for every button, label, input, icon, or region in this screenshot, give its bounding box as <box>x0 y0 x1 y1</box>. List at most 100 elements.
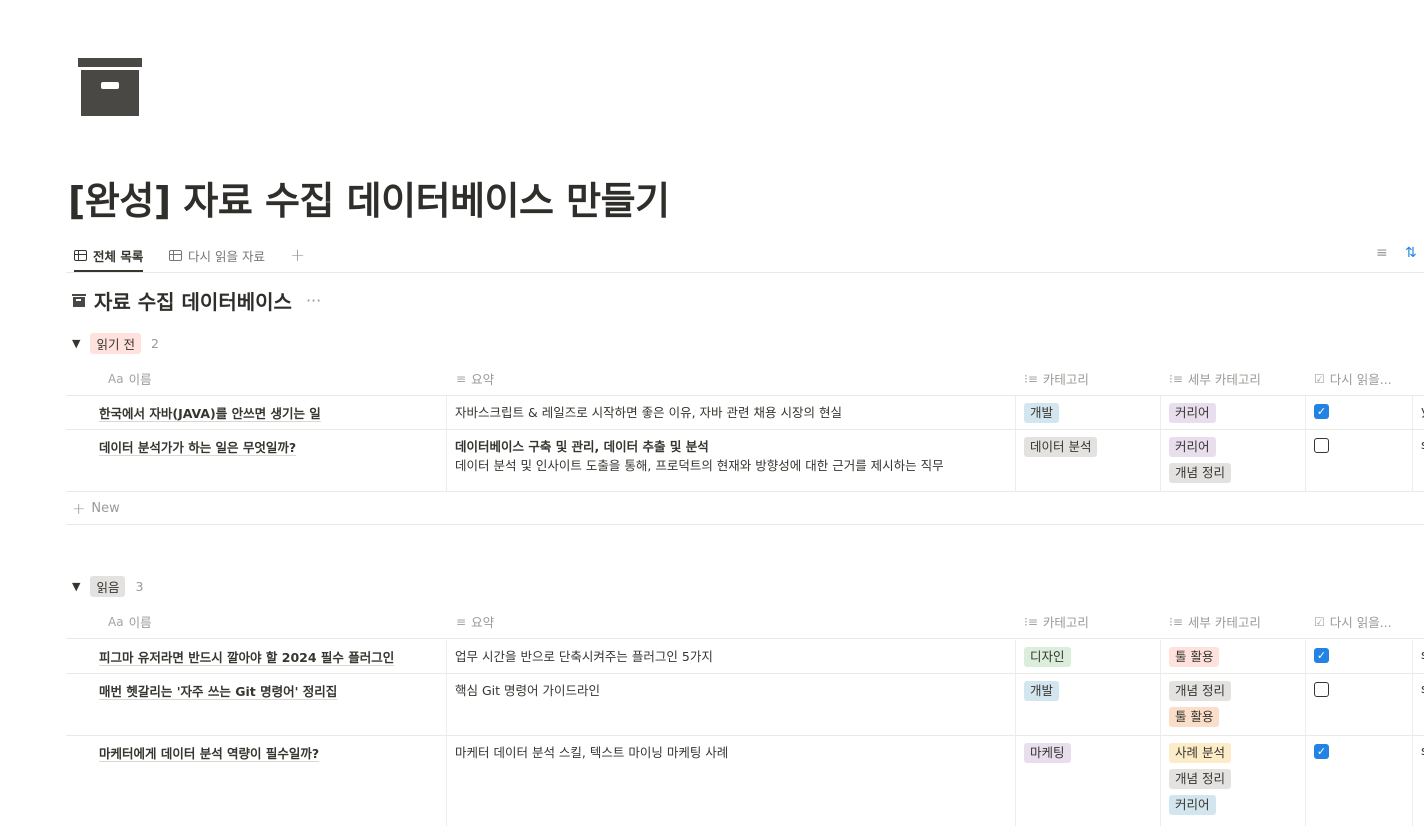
category-tag: 데이터 분석 <box>1024 437 1098 457</box>
plus-icon: + <box>72 498 86 518</box>
name-cell[interactable]: 마케터에게 데이터 분석 역량이 필수일까? <box>66 736 446 826</box>
multi-select-icon: ⁝≡ <box>1169 614 1183 629</box>
subcategory-cell[interactable]: 개념 정리 툴 활용 <box>1160 674 1305 735</box>
table-row[interactable]: 매번 헷갈리는 '자주 쓰는 Git 명령어' 정리집 핵심 Git 명령어 가… <box>66 674 1424 736</box>
category-cell[interactable]: 데이터 분석 <box>1015 430 1160 491</box>
column-header-subcategory[interactable]: ⁝≡ 세부 카테고리 <box>1169 605 1261 638</box>
reread-checkbox[interactable] <box>1314 744 1329 759</box>
subcategory-tag: 사례 분석 <box>1169 743 1231 763</box>
summary-cell[interactable]: 핵심 Git 명령어 가이드라인 <box>446 674 1015 735</box>
column-header-category[interactable]: ⁝≡ 카테고리 <box>1024 362 1089 395</box>
column-label: 다시 읽을... <box>1329 372 1392 387</box>
summary-cell[interactable]: 업무 시간을 반으로 단축시켜주는 플러그인 5가지 <box>446 640 1015 673</box>
column-header-category[interactable]: ⁝≡ 카테고리 <box>1024 605 1089 638</box>
reread-cell <box>1305 396 1412 429</box>
reread-checkbox[interactable] <box>1314 648 1329 663</box>
reread-checkbox[interactable] <box>1314 404 1329 419</box>
column-label: 요약 <box>471 615 495 630</box>
name-cell[interactable]: 매번 헷갈리는 '자주 쓰는 Git 명령어' 정리집 <box>66 674 446 735</box>
summary-cell[interactable]: 마케터 데이터 분석 스킬, 텍스트 마이닝 마케팅 사례 <box>446 736 1015 826</box>
summary-text: 핵심 Git 명령어 가이드라인 <box>455 683 600 698</box>
row-title[interactable]: 매번 헷갈리는 '자주 쓰는 Git 명령어' 정리집 <box>99 684 337 699</box>
table-row[interactable]: 마케터에게 데이터 분석 역량이 필수일까? 마케터 데이터 분석 스킬, 텍스… <box>66 736 1424 826</box>
row-title[interactable]: 한국에서 자바(JAVA)를 안쓰면 생기는 일 <box>99 406 321 421</box>
table-row[interactable]: 한국에서 자바(JAVA)를 안쓰면 생기는 일 자바스크립트 & 레일즈로 시… <box>66 396 1424 430</box>
toggle-triangle-icon[interactable]: ▼ <box>72 580 80 593</box>
edge-cell: s <box>1412 640 1424 673</box>
text-type-icon: Aa <box>108 371 124 386</box>
column-header-subcategory[interactable]: ⁝≡ 세부 카테고리 <box>1169 362 1261 395</box>
tab-all-list[interactable]: 전체 목록 <box>74 240 144 272</box>
category-tag: 개발 <box>1024 403 1060 423</box>
edge-cell: s <box>1412 674 1424 735</box>
checkbox-icon: ☑ <box>1314 614 1325 629</box>
column-label: 카테고리 <box>1042 372 1089 387</box>
add-new-row-button[interactable]: + New <box>66 492 1424 525</box>
view-tabs: 전체 목록 다시 읽을 자료 + <box>66 240 1424 273</box>
summary-cell[interactable]: 자바스크립트 & 레일즈로 시작하면 좋은 이유, 자바 관련 채용 시장의 현… <box>446 396 1015 429</box>
category-tag: 디자인 <box>1024 647 1071 667</box>
subcategory-cell[interactable]: 툴 활용 <box>1160 640 1305 673</box>
subcategory-tag: 툴 활용 <box>1169 707 1220 727</box>
add-view-button[interactable]: + <box>290 240 305 271</box>
category-cell[interactable]: 마케팅 <box>1015 736 1160 826</box>
column-label: 세부 카테고리 <box>1187 372 1261 387</box>
new-label: New <box>91 500 120 516</box>
row-title[interactable]: 피그마 유저라면 반드시 깔아야 할 2024 필수 플러그인 <box>99 650 394 665</box>
column-label: 카테고리 <box>1042 615 1089 630</box>
category-cell[interactable]: 개발 <box>1015 396 1160 429</box>
more-options-icon[interactable]: ··· <box>306 291 321 310</box>
column-label: 다시 읽을... <box>1329 615 1392 630</box>
column-header-name[interactable]: Aa 이름 <box>108 362 152 395</box>
multi-select-icon: ⁝≡ <box>1169 371 1183 386</box>
table-header: Aa 이름 ≡ 요약 ⁝≡ 카테고리 ⁝≡ 세부 카테고리 ☑ 다시 읽을... <box>66 362 1424 396</box>
name-cell[interactable]: 피그마 유저라면 반드시 깔아야 할 2024 필수 플러그인 <box>66 640 446 673</box>
tab-reread[interactable]: 다시 읽을 자료 <box>169 240 265 271</box>
checkbox-icon: ☑ <box>1314 371 1325 386</box>
column-header-summary[interactable]: ≡ 요약 <box>456 362 494 395</box>
summary-cell[interactable]: 데이터베이스 구축 및 관리, 데이터 추출 및 분석 데이터 분석 및 인사이… <box>446 430 1015 491</box>
database-title[interactable]: 자료 수집 데이터베이스 <box>94 286 292 315</box>
text-type-icon: Aa <box>108 614 124 629</box>
column-header-reread[interactable]: ☑ 다시 읽을... <box>1314 605 1422 638</box>
row-title[interactable]: 마케터에게 데이터 분석 역량이 필수일까? <box>99 746 319 761</box>
category-cell[interactable]: 개발 <box>1015 674 1160 735</box>
sort-icon[interactable]: ⇅ <box>1405 245 1417 261</box>
filter-icon[interactable]: ≡ <box>1376 245 1388 261</box>
edge-cell: s <box>1412 736 1424 826</box>
group-count: 2 <box>150 336 159 351</box>
column-label: 이름 <box>128 615 152 630</box>
column-label: 요약 <box>471 372 495 387</box>
table-icon <box>169 250 182 261</box>
summary-text: 데이터베이스 구축 및 관리, 데이터 추출 및 분석 <box>455 439 709 454</box>
reread-cell <box>1305 674 1412 735</box>
tab-label: 전체 목록 <box>93 248 144 264</box>
name-cell[interactable]: 한국에서 자바(JAVA)를 안쓰면 생기는 일 <box>66 396 446 429</box>
status-badge: 읽음 <box>90 576 126 597</box>
table-header: Aa 이름 ≡ 요약 ⁝≡ 카테고리 ⁝≡ 세부 카테고리 ☑ 다시 읽을... <box>66 605 1424 639</box>
table-row[interactable]: 데이터 분석가가 하는 일은 무엇일까? 데이터베이스 구축 및 관리, 데이터… <box>66 430 1424 492</box>
page-title: [완성] 자료 수집 데이터베이스 만들기 <box>68 179 670 223</box>
edge-cell: y <box>1412 396 1424 429</box>
name-cell[interactable]: 데이터 분석가가 하는 일은 무엇일까? <box>66 430 446 491</box>
subcategory-tag: 커리어 <box>1169 795 1216 815</box>
category-cell[interactable]: 디자인 <box>1015 640 1160 673</box>
subcategory-cell[interactable]: 사례 분석 개념 정리 커리어 <box>1160 736 1305 826</box>
reread-checkbox[interactable] <box>1314 438 1329 453</box>
summary-text: 데이터 분석 및 인사이트 도출을 통해, 프로덕트의 현재와 방향성에 대한 … <box>455 458 944 473</box>
column-header-name[interactable]: Aa 이름 <box>108 605 152 638</box>
summary-text: 마케터 데이터 분석 스킬, 텍스트 마이닝 마케팅 사례 <box>455 745 729 760</box>
column-header-summary[interactable]: ≡ 요약 <box>456 605 494 638</box>
column-header-reread[interactable]: ☑ 다시 읽을... <box>1314 362 1422 395</box>
toggle-triangle-icon[interactable]: ▼ <box>72 337 80 350</box>
reread-cell <box>1305 736 1412 826</box>
subcategory-cell[interactable]: 커리어 개념 정리 <box>1160 430 1305 491</box>
archive-box-icon[interactable] <box>78 56 142 116</box>
database-title-row: 자료 수집 데이터베이스 ··· <box>72 286 321 315</box>
table-row[interactable]: 피그마 유저라면 반드시 깔아야 할 2024 필수 플러그인 업무 시간을 반… <box>66 640 1424 674</box>
row-title[interactable]: 데이터 분석가가 하는 일은 무엇일까? <box>99 440 296 455</box>
subcategory-cell[interactable]: 커리어 <box>1160 396 1305 429</box>
reread-checkbox[interactable] <box>1314 682 1329 697</box>
subcategory-tag: 개념 정리 <box>1169 463 1231 483</box>
edge-cell: s <box>1412 430 1424 491</box>
